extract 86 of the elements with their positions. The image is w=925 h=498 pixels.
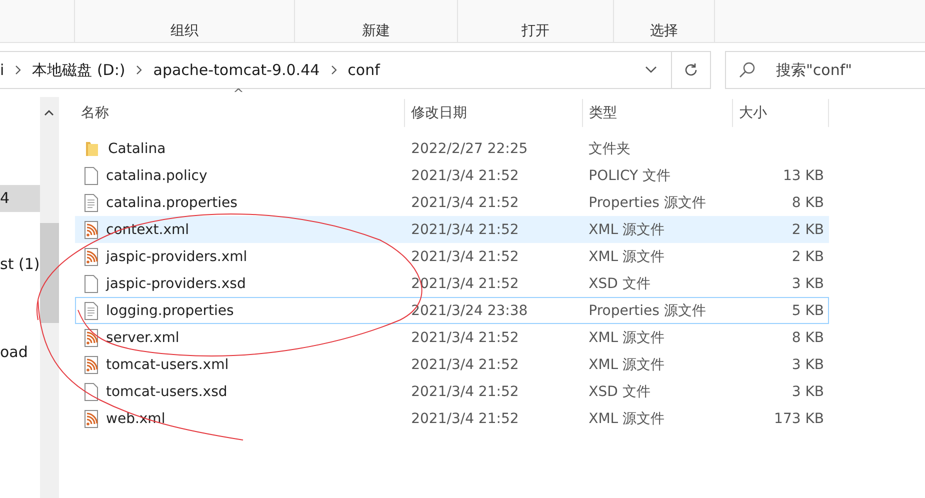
- file-type: POLICY 文件: [588, 166, 671, 184]
- file-type: XML 源文件: [588, 356, 665, 374]
- modified-date: 2021/3/4 21:52: [411, 248, 519, 264]
- file-type: XML 源文件: [588, 410, 665, 428]
- text-document-icon: [84, 302, 98, 320]
- folder-icon: [84, 140, 100, 156]
- file-size: 2 KB: [792, 222, 824, 238]
- text-document-icon: [84, 194, 98, 212]
- document-icon: [84, 274, 98, 292]
- file-size: 3 KB: [792, 276, 824, 292]
- file-type: 文件夹: [588, 140, 631, 158]
- document-icon: [84, 382, 98, 400]
- file-size: 5 KB: [792, 302, 824, 318]
- file-name: jaspic-providers.xsd: [106, 276, 246, 292]
- file-name: tomcat-users.xml: [106, 356, 229, 372]
- breadcrumb[interactable]: 本地磁盘 (D:): [28, 60, 130, 80]
- search-icon: [738, 61, 756, 79]
- file-type: Properties 源文件: [588, 302, 706, 320]
- modified-date: 2022/2/27 22:25: [411, 140, 528, 156]
- rss-document-icon: [84, 356, 98, 374]
- file-size: 3 KB: [792, 356, 824, 372]
- file-type: XML 源文件: [588, 220, 665, 238]
- scrollbar[interactable]: [40, 97, 59, 498]
- search-field[interactable]: 搜索"conf": [725, 51, 925, 89]
- file-row[interactable]: jaspic-providers.xml 2021/3/4 21:52 XML 源文件 2 KB: [75, 243, 829, 270]
- nav-item[interactable]: st (1): [0, 251, 40, 277]
- file-type: XSD 文件: [588, 382, 650, 400]
- file-row[interactable]: server.xml 2021/3/4 21:52 XML 源文件 8 KB: [75, 324, 829, 351]
- document-icon: [84, 166, 98, 184]
- ribbon-group-label: 新建: [362, 22, 390, 40]
- nav-item[interactable]: oad: [0, 339, 40, 365]
- ribbon-group-label: 打开: [522, 22, 550, 40]
- chevron-icon: [15, 65, 22, 75]
- file-name: catalina.properties: [106, 194, 238, 210]
- modified-date: 2021/3/4 21:52: [411, 356, 519, 372]
- rss-document-icon: [84, 248, 98, 266]
- chevron-icon: [136, 65, 142, 75]
- file-row[interactable]: Catalina 2022/2/27 22:25 文件夹: [75, 135, 829, 162]
- dropdown-icon[interactable]: [645, 66, 657, 74]
- nav-item[interactable]: 4: [0, 185, 40, 212]
- rss-document-icon: [84, 220, 98, 238]
- chevron-icon: [330, 65, 337, 75]
- scrollbar-thumb[interactable]: [40, 223, 59, 323]
- file-size: 13 KB: [782, 168, 824, 184]
- file-name: tomcat-users.xsd: [106, 384, 228, 400]
- ribbon-group-label: 选择: [650, 22, 678, 40]
- modified-date: 2021/3/4 21:52: [411, 168, 519, 184]
- column-header[interactable]: 名称: [75, 99, 405, 127]
- modified-date: 2021/3/24 23:38: [411, 302, 528, 318]
- refresh-icon: [683, 62, 699, 78]
- file-row[interactable]: catalina.properties 2021/3/4 21:52 Properties 源文件 8 KB: [75, 189, 829, 216]
- modified-date: 2021/3/4 21:52: [411, 410, 519, 426]
- file-size: 2 KB: [792, 248, 824, 264]
- column-header[interactable]: 修改日期: [405, 99, 583, 127]
- file-name: logging.properties: [106, 302, 234, 318]
- file-size: 8 KB: [792, 330, 824, 346]
- file-size: 3 KB: [792, 384, 824, 400]
- scroll-up-icon[interactable]: [44, 110, 54, 116]
- rss-document-icon: [84, 410, 98, 428]
- modified-date: 2021/3/4 21:52: [411, 330, 519, 346]
- file-type: XML 源文件: [588, 248, 665, 266]
- file-row[interactable]: logging.properties 2021/3/24 23:38 Properties 源文件 5 KB: [75, 297, 829, 324]
- file-type: XML 源文件: [588, 328, 665, 346]
- modified-date: 2021/3/4 21:52: [411, 222, 519, 238]
- breadcrumb[interactable]: conf: [344, 61, 384, 79]
- breadcrumb[interactable]: apache-tomcat-9.0.44: [149, 61, 324, 79]
- file-type: XSD 文件: [588, 274, 650, 292]
- column-header[interactable]: 大小: [733, 99, 829, 127]
- file-row[interactable]: catalina.policy 2021/3/4 21:52 POLICY 文件 13 KB: [75, 162, 829, 189]
- modified-date: 2021/3/4 21:52: [411, 194, 519, 210]
- file-name: jaspic-providers.xml: [106, 248, 248, 264]
- address-bar[interactable]: i 本地磁盘 (D:) apache-tomcat-9.0.44 conf: [0, 51, 711, 89]
- file-type: Properties 源文件: [588, 194, 706, 212]
- file-name: catalina.policy: [106, 168, 208, 184]
- sort-indicator: ^: [233, 87, 244, 102]
- file-size: 8 KB: [792, 194, 824, 210]
- file-row[interactable]: tomcat-users.xml 2021/3/4 21:52 XML 源文件 3 KB: [75, 351, 829, 378]
- file-name: server.xml: [106, 330, 180, 346]
- breadcrumb[interactable]: i: [0, 61, 8, 79]
- file-size: 173 KB: [774, 410, 824, 426]
- file-name: Catalina: [108, 140, 166, 156]
- column-header[interactable]: 类型: [583, 99, 733, 127]
- ribbon-group-label: 组织: [170, 22, 198, 40]
- rss-document-icon: [84, 328, 98, 346]
- file-row[interactable]: tomcat-users.xsd 2021/3/4 21:52 XSD 文件 3 KB: [75, 378, 829, 405]
- modified-date: 2021/3/4 21:52: [411, 384, 519, 400]
